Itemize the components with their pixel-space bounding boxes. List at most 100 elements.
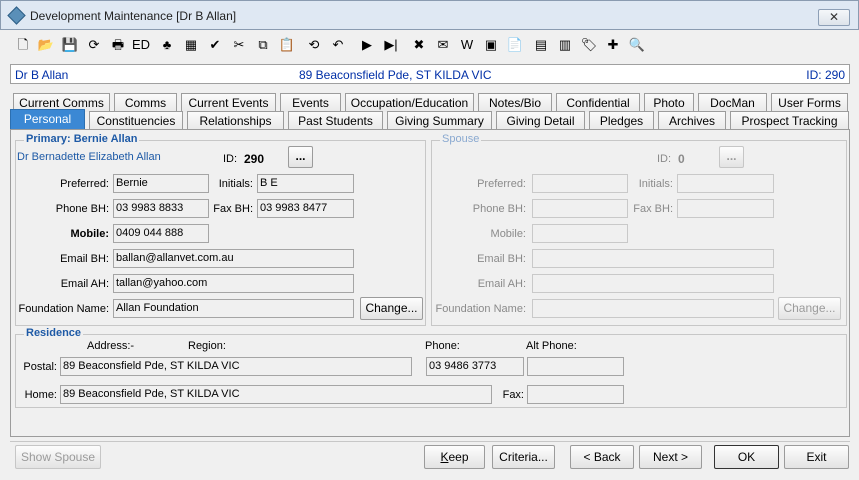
- tab-docman[interactable]: DocMan: [698, 93, 767, 112]
- copy-icon[interactable]: ⧉: [254, 36, 272, 54]
- spouse-title: Spouse: [440, 133, 482, 145]
- tab-comms[interactable]: Comms: [114, 93, 177, 112]
- spellcheck-icon[interactable]: ✔: [206, 36, 224, 54]
- spouse-initials-field[interactable]: [677, 174, 774, 193]
- new-icon[interactable]: 🗋: [14, 36, 32, 54]
- spouse-mobile-field[interactable]: [532, 224, 628, 243]
- spouse-lookup-button[interactable]: ...: [719, 146, 744, 168]
- phone-bh-field[interactable]: 03 9983 8833: [113, 199, 209, 218]
- cut-icon[interactable]: ✂: [230, 36, 248, 54]
- addnote-icon[interactable]: ✚: [604, 36, 622, 54]
- next-icon[interactable]: ▶: [358, 36, 376, 54]
- mobile-field[interactable]: 0409 044 888: [113, 224, 209, 243]
- exit-button[interactable]: Exit: [784, 445, 849, 469]
- personal-panel: Primary: Bernie Allan Dr Bernadette Eliz…: [10, 129, 850, 437]
- mobile-label: Mobile:: [70, 228, 110, 240]
- tab-archives[interactable]: Archives: [658, 111, 726, 130]
- tab-personal[interactable]: Personal: [10, 109, 85, 130]
- prev-icon[interactable]: ↶: [329, 36, 347, 54]
- tab-giving-detail[interactable]: Giving Detail: [496, 111, 585, 130]
- paste-icon[interactable]: 📋: [278, 36, 296, 54]
- spouse-preferred-field[interactable]: [532, 174, 628, 193]
- tab-confidential[interactable]: Confidential: [556, 93, 640, 112]
- primary-group: Primary: Bernie Allan Dr Bernadette Eliz…: [15, 133, 426, 326]
- residence-title: Residence: [24, 327, 84, 339]
- email-ah-label: Email AH:: [60, 278, 109, 290]
- fax-bh-field[interactable]: 03 9983 8477: [257, 199, 354, 218]
- keep-button[interactable]: Keep: [424, 445, 485, 469]
- tab-constituencies[interactable]: Constituencies: [89, 111, 183, 130]
- tag-icon[interactable]: 🏷: [580, 36, 598, 54]
- word-icon[interactable]: W: [458, 36, 476, 54]
- primary-title: Primary: Bernie Allan: [24, 133, 140, 145]
- tab-past-students[interactable]: Past Students: [288, 111, 383, 130]
- calculator-icon[interactable]: ▦: [182, 36, 200, 54]
- refresh-icon[interactable]: ⟳: [85, 36, 103, 54]
- spouse-email-bh-label: Email BH:: [477, 253, 526, 265]
- bottom-separator: [10, 441, 850, 442]
- primary-full-name: Dr Bernadette Elizabeth Allan: [17, 151, 161, 163]
- tree-icon[interactable]: ♣: [158, 36, 176, 54]
- criteria-button[interactable]: Criteria...: [492, 445, 555, 469]
- calendar-icon[interactable]: ▤: [532, 36, 550, 54]
- tab-user-forms[interactable]: User Forms: [771, 93, 848, 112]
- report-icon[interactable]: 📄: [506, 36, 524, 54]
- postal-label: Postal:: [23, 361, 57, 373]
- fax-bh-label: Fax BH:: [213, 203, 253, 215]
- preferred-field[interactable]: Bernie: [113, 174, 209, 193]
- email-icon[interactable]: ✉: [434, 36, 452, 54]
- spouse-email-bh-field[interactable]: [532, 249, 774, 268]
- email-ah-field[interactable]: tallan@yahoo.com: [113, 274, 354, 293]
- tab-events[interactable]: Events: [280, 93, 341, 112]
- foundation-field[interactable]: Allan Foundation: [113, 299, 354, 318]
- edit-icon[interactable]: ED: [132, 36, 150, 54]
- spouse-preferred-label: Preferred:: [477, 178, 526, 190]
- spouse-fax-bh-field[interactable]: [677, 199, 774, 218]
- spouse-email-ah-label: Email AH:: [477, 278, 526, 290]
- tab-photo[interactable]: Photo: [644, 93, 694, 112]
- tab-occupation-education[interactable]: Occupation/Education: [345, 93, 474, 112]
- ok-button[interactable]: OK: [714, 445, 779, 469]
- preferred-label: Preferred:: [60, 178, 109, 190]
- tab-notes-bio[interactable]: Notes/Bio: [478, 93, 552, 112]
- initials-field[interactable]: B E: [257, 174, 354, 193]
- foundation-change-button[interactable]: Change...: [360, 297, 423, 320]
- initials-label: Initials:: [218, 178, 253, 190]
- primary-lookup-button[interactable]: ...: [288, 146, 313, 168]
- first-icon[interactable]: ⟲: [305, 36, 323, 54]
- spouse-phone-bh-field[interactable]: [532, 199, 628, 218]
- home-fax-field[interactable]: [527, 385, 624, 404]
- email-bh-field[interactable]: ballan@allanvet.com.au: [113, 249, 354, 268]
- tab-current-events[interactable]: Current Events: [181, 93, 276, 112]
- next-button[interactable]: Next >: [639, 445, 702, 469]
- print-icon[interactable]: 🖶: [109, 36, 127, 54]
- window-title: Development Maintenance [Dr B Allan]: [30, 9, 237, 23]
- save-icon[interactable]: 💾: [61, 36, 79, 54]
- tab-relationships[interactable]: Relationships: [187, 111, 284, 130]
- spouse-id-value: 0: [678, 152, 685, 166]
- close-button[interactable]: ✕: [818, 9, 850, 26]
- home-address-field[interactable]: 89 Beaconsfield Pde, ST KILDA VIC: [60, 385, 492, 404]
- spouse-foundation-field[interactable]: [532, 299, 774, 318]
- spouse-change-button[interactable]: Change...: [778, 297, 841, 320]
- show-spouse-button[interactable]: Show Spouse: [15, 445, 101, 469]
- merge-icon[interactable]: ▣: [482, 36, 500, 54]
- delete-icon[interactable]: ✖: [410, 36, 428, 54]
- tab-giving-summary[interactable]: Giving Summary: [387, 111, 492, 130]
- event-icon[interactable]: ▥: [556, 36, 574, 54]
- preview-icon[interactable]: 🔍: [628, 36, 646, 54]
- last-icon[interactable]: ▶|: [382, 36, 400, 54]
- tab-pledges[interactable]: Pledges: [589, 111, 654, 130]
- postal-phone-field[interactable]: 03 9486 3773: [426, 357, 524, 376]
- spouse-foundation-label: Foundation Name:: [435, 303, 527, 315]
- back-button[interactable]: < Back: [570, 445, 634, 469]
- open-icon[interactable]: 📂: [37, 36, 55, 54]
- address-header: Address:-: [87, 340, 135, 352]
- spouse-mobile-label: Mobile:: [490, 228, 526, 240]
- tab-prospect-tracking[interactable]: Prospect Tracking: [730, 111, 849, 130]
- spouse-email-ah-field[interactable]: [532, 274, 774, 293]
- alt-phone-header: Alt Phone:: [526, 340, 577, 352]
- postal-address-field[interactable]: 89 Beaconsfield Pde, ST KILDA VIC: [60, 357, 412, 376]
- foundation-label: Foundation Name:: [18, 303, 110, 315]
- postal-alt-phone-field[interactable]: [527, 357, 624, 376]
